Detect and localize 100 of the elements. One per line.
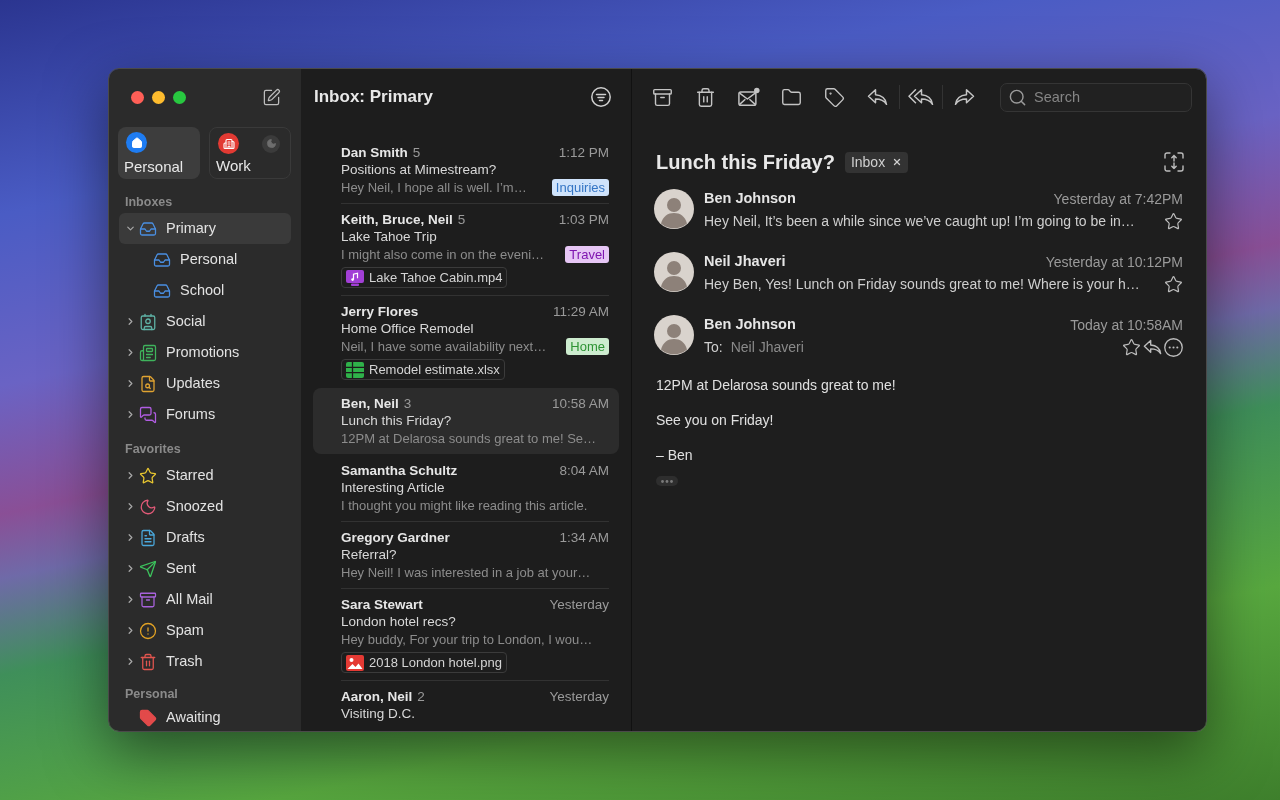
sidebar-item[interactable]: School <box>119 275 291 306</box>
star-icon[interactable] <box>1122 337 1141 357</box>
sidebar-item[interactable]: Drafts <box>119 522 291 553</box>
chevron-right-icon[interactable] <box>125 501 136 512</box>
message-row[interactable]: Sara Stewart Yesterday London hotel recs? Hey buddy, For your trip to London, I wou… 2018 London hotel.png <box>313 589 619 680</box>
message-subject-title: Lunch this Friday? <box>656 150 835 175</box>
message-row[interactable]: Ben, Neil 3 10:58 AM Lunch this Friday? 12PM at Delarosa sounds great to me! Se… <box>313 388 619 454</box>
show-trimmed-button[interactable] <box>656 476 678 486</box>
message-time: Yesterday <box>549 596 609 615</box>
tag-icon[interactable] <box>824 86 845 108</box>
message-row[interactable]: Samantha Schultz 8:04 AM Interesting Article I thought you might like reading this article. <box>313 455 619 521</box>
forward-icon[interactable] <box>953 88 975 106</box>
message-preview: Hey Neil! I was interested in a job at your… <box>341 563 591 582</box>
message-time: 1:34 AM <box>559 529 609 548</box>
message-tag: Inquiries <box>551 179 609 196</box>
message-time: 1:03 PM <box>558 211 609 230</box>
message-row[interactable]: Gregory Gardner 1:34 AM Referral? Hey Neil! I was interested in a job at your… <box>313 522 619 588</box>
sidebar-item[interactable]: Awaiting <box>119 705 291 731</box>
expand-icon[interactable] <box>1164 152 1184 172</box>
tag-icon <box>139 709 157 727</box>
sidebar-item[interactable]: Sent <box>119 553 291 584</box>
chevron-down-icon[interactable] <box>125 223 136 234</box>
message-time: 8:04 AM <box>559 462 609 481</box>
message-tag: Travel <box>565 246 609 263</box>
sender-name: Keith, Bruce, Neil <box>341 211 453 230</box>
sidebar-item[interactable]: Starred <box>119 460 291 491</box>
spreadsheet-icon <box>346 361 364 378</box>
message-preview: Hey Neil, It’s been a while since we’ve caught up! I’m going to be in… <box>704 211 1135 231</box>
message-row[interactable]: Keith, Bruce, Neil 5 1:03 PM Lake Tahoe Trip I might also come in on the eveni… Travel Lake Tahoe Cabin.mp4 <box>313 204 619 295</box>
attachment-chip[interactable]: Lake Tahoe Cabin.mp4 <box>341 267 508 288</box>
building-icon <box>218 133 239 154</box>
more-icon[interactable] <box>1164 337 1183 357</box>
envelope-icon[interactable] <box>737 87 760 107</box>
message-body-text: – Ben <box>656 446 693 465</box>
search-field[interactable]: Search <box>1000 82 1192 112</box>
thread-count: 3 <box>403 395 412 414</box>
thread-count: 2 <box>417 688 425 707</box>
attachment-chip[interactable]: 2018 London hotel.png <box>341 652 507 673</box>
sidebar-item[interactable]: Trash <box>119 646 291 677</box>
sidebar-item[interactable]: Spam <box>119 615 291 646</box>
sender-name: Sara Stewart <box>341 596 423 615</box>
message-preview: Neil, I have some availability next… <box>341 337 547 356</box>
message-subject: Home Office Remodel <box>341 320 474 339</box>
inbox-tray-icon <box>153 281 171 300</box>
sidebar-item[interactable]: Personal <box>119 244 291 275</box>
sender-name: Gregory Gardner <box>341 529 450 548</box>
close-icon[interactable] <box>892 157 903 167</box>
sidebar-item[interactable]: Social <box>119 306 291 337</box>
message-subject: Interesting Article <box>341 479 445 498</box>
sidebar-item[interactable]: Forums <box>119 399 291 430</box>
sidebar-item[interactable]: Updates <box>119 368 291 399</box>
trash-icon[interactable] <box>695 86 716 108</box>
message-row[interactable]: Aaron, Neil 2 Yesterday Visiting D.C. <box>313 681 619 730</box>
star-icon[interactable] <box>1164 211 1183 231</box>
message-preview: Hey buddy, For your trip to London, I wou… <box>341 630 593 649</box>
sender-name: Aaron, Neil <box>341 688 413 707</box>
window-close-button[interactable] <box>131 90 144 104</box>
message-preview: 12PM at Delarosa sounds great to me! Se… <box>341 429 597 448</box>
account-tile[interactable]: Work <box>209 127 291 179</box>
compose-icon[interactable] <box>262 87 281 107</box>
message-subject: Referral? <box>341 546 397 565</box>
reply-icon[interactable] <box>1143 339 1162 355</box>
archive-icon[interactable] <box>652 86 673 108</box>
list-title: Inbox: Primary <box>314 86 434 109</box>
reply-icon[interactable] <box>867 88 888 106</box>
folder-icon[interactable] <box>781 86 802 108</box>
message-row[interactable]: Dan Smith 5 1:12 PM Positions at Mimestream? Hey Neil, I hope all is well. I’m… Inquiries <box>313 137 619 203</box>
sidebar-item[interactable]: All Mail <box>119 584 291 615</box>
attachment-chip[interactable]: Remodel estimate.xlsx <box>341 359 505 380</box>
message-preview: I might also come in on the eveni… <box>341 245 545 264</box>
sidebar-item[interactable]: Primary <box>119 213 291 244</box>
avatar-icon <box>654 252 694 292</box>
message-subject: Lunch this Friday? <box>341 412 452 431</box>
label-chip[interactable]: Inbox <box>844 151 909 173</box>
filter-icon[interactable] <box>591 87 611 107</box>
house-icon <box>126 132 147 153</box>
avatar-icon <box>654 189 694 229</box>
section-header: Inboxes <box>125 193 173 211</box>
sender-name: Ben, Neil <box>341 395 399 414</box>
sender-name: Dan Smith <box>341 144 408 163</box>
archive-box-icon <box>139 590 157 609</box>
moon-icon <box>139 497 157 516</box>
sidebar-item[interactable]: Promotions <box>119 337 291 368</box>
search-icon <box>1008 87 1027 107</box>
alert-circle-icon <box>139 621 157 640</box>
message-subject: London hotel recs? <box>341 613 456 632</box>
section-header: Personal <box>125 685 178 703</box>
sender-name: Ben Johnson <box>704 189 796 209</box>
inbox-tray-icon <box>139 219 157 238</box>
message-preview: Hey Neil, I hope all is well. I’m… <box>341 178 527 197</box>
window-zoom-button[interactable] <box>173 90 186 104</box>
sidebar-item[interactable]: Snoozed <box>119 491 291 522</box>
account-tile[interactable]: Personal <box>118 127 200 179</box>
trash-icon <box>139 652 157 671</box>
star-icon[interactable] <box>1164 274 1183 294</box>
image-file-icon <box>346 654 364 671</box>
message-row[interactable]: Jerry Flores 11:29 AM Home Office Remodel Neil, I have some availability next… Home Remodel estimate.xlsx <box>313 296 619 387</box>
paper-plane-icon <box>139 559 157 578</box>
window-minimize-button[interactable] <box>152 90 165 104</box>
reply-all-icon[interactable] <box>908 88 934 106</box>
